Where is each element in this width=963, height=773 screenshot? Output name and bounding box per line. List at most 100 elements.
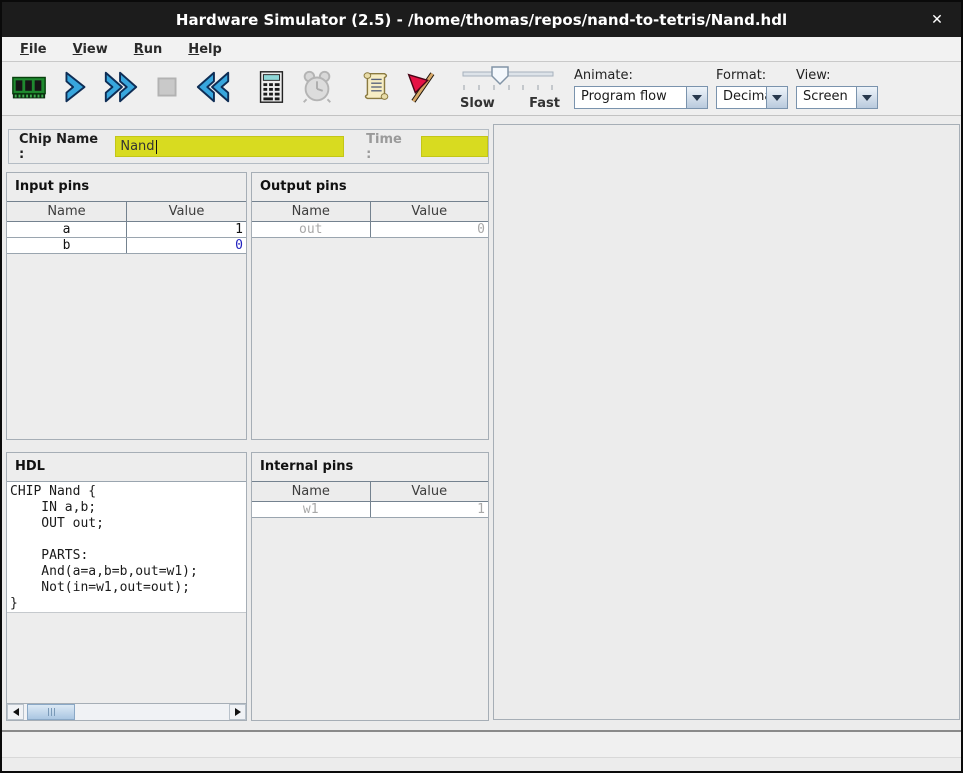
close-icon[interactable]: ✕ [927, 10, 947, 30]
column-header-value[interactable]: Value [127, 202, 247, 222]
column-header-name[interactable]: Name [7, 202, 127, 222]
column-header-name[interactable]: Name [252, 202, 370, 222]
grip-line [54, 708, 55, 716]
scroll-right-button[interactable] [229, 704, 246, 720]
internal-pins-title: Internal pins [252, 453, 488, 481]
reset-icon [194, 68, 232, 110]
script-icon [356, 68, 394, 110]
view-group: View: Screen [796, 68, 878, 109]
pin-value[interactable]: 0 [127, 238, 247, 254]
slider-fast-label: Fast [529, 96, 560, 111]
table-header-row: Name Value [252, 482, 488, 502]
status-bar [2, 730, 961, 758]
view-value: Screen [797, 87, 856, 108]
format-group: Format: Decimal [716, 68, 788, 109]
single-step-button[interactable] [52, 66, 97, 112]
grip-line [51, 708, 52, 716]
run-icon [102, 68, 140, 110]
format-value: Decimal [717, 87, 766, 108]
title-bar[interactable]: Hardware Simulator (2.5) - /home/thomas/… [2, 2, 961, 37]
table-header-row: Name Value [7, 202, 246, 222]
table-row: a 1 [7, 222, 246, 238]
table-row: out 0 [252, 222, 488, 238]
time-field [421, 136, 488, 157]
menu-view[interactable]: View [63, 39, 118, 60]
text-caret [156, 140, 157, 154]
format-dropdown-button[interactable] [766, 87, 787, 108]
view-dropdown-button[interactable] [856, 87, 877, 108]
chevron-down-icon [692, 95, 702, 101]
internal-pins-table: Name Value w1 1 [252, 481, 488, 518]
stop-icon [148, 68, 186, 110]
format-select[interactable]: Decimal [716, 86, 788, 109]
output-pins-panel: Output pins Name Value out 0 [251, 172, 489, 440]
pin-value: 0 [370, 222, 488, 238]
chip-name-label: Chip Name : [19, 132, 107, 162]
table-row: w1 1 [252, 502, 488, 518]
stop-button[interactable] [144, 66, 189, 112]
input-pins-panel: Input pins Name Value a 1 b 0 [6, 172, 247, 440]
menu-run[interactable]: Run [124, 39, 173, 60]
column-header-value[interactable]: Value [370, 482, 488, 502]
format-label: Format: [716, 68, 788, 83]
breakpoint-flag-icon [402, 68, 440, 110]
chevron-down-icon [862, 95, 872, 101]
grip-line [48, 708, 49, 716]
scroll-left-button[interactable] [7, 704, 24, 720]
scrollbar-track[interactable] [24, 704, 229, 720]
bottom-strip [2, 759, 961, 771]
hdl-title: HDL [7, 453, 246, 481]
chip-view-panel [493, 124, 960, 720]
pin-name: a [7, 222, 127, 238]
view-label: View: [796, 68, 878, 83]
table-header-row: Name Value [252, 202, 488, 222]
chevron-down-icon [772, 95, 782, 101]
speed-slider[interactable]: Slow Fast [460, 65, 560, 113]
output-pins-title: Output pins [252, 173, 488, 201]
pin-value: 1 [370, 502, 488, 518]
window-title: Hardware Simulator (2.5) - /home/thomas/… [176, 11, 787, 29]
triangle-right-icon [235, 708, 241, 716]
internal-pins-panel: Internal pins Name Value w1 1 [251, 452, 489, 721]
input-pins-table: Name Value a 1 b 0 [7, 201, 246, 254]
hdl-horizontal-scrollbar[interactable] [7, 703, 246, 720]
clock-icon [298, 68, 336, 110]
load-chip-button[interactable] [6, 66, 51, 112]
view-select[interactable]: Screen [796, 86, 878, 109]
menu-help[interactable]: Help [178, 39, 231, 60]
chip-name-bar: Chip Name : Nand Time : [8, 129, 489, 164]
toolbar: Slow Fast Animate: Program flow Format: … [2, 62, 961, 116]
script-button[interactable] [352, 66, 397, 112]
slider-slow-label: Slow [460, 96, 495, 111]
chip-name-value: Nand [120, 139, 154, 154]
scrollbar-thumb[interactable] [27, 704, 75, 720]
run-button[interactable] [98, 66, 143, 112]
animate-label: Animate: [574, 68, 708, 83]
chip-name-input[interactable]: Nand [115, 136, 344, 157]
calculator-eval-icon [252, 68, 290, 110]
triangle-left-icon [13, 708, 19, 716]
pin-name: b [7, 238, 127, 254]
pin-name: w1 [252, 502, 370, 518]
clock-button[interactable] [294, 66, 339, 112]
input-pins-title: Input pins [7, 173, 246, 201]
breakpoints-button[interactable] [398, 66, 443, 112]
hdl-panel: HDL CHIP Nand { IN a,b; OUT out; PARTS: … [6, 452, 247, 721]
pin-value[interactable]: 1 [127, 222, 247, 238]
table-row: b 0 [7, 238, 246, 254]
output-pins-table: Name Value out 0 [252, 201, 488, 238]
reset-button[interactable] [190, 66, 235, 112]
eval-button[interactable] [248, 66, 293, 112]
load-chip-icon [10, 68, 48, 110]
animate-select[interactable]: Program flow [574, 86, 708, 109]
column-header-value[interactable]: Value [370, 202, 488, 222]
menu-bar: File View Run Help [2, 37, 961, 62]
hdl-code[interactable]: CHIP Nand { IN a,b; OUT out; PARTS: And(… [7, 481, 246, 613]
column-header-name[interactable]: Name [252, 482, 370, 502]
animate-group: Animate: Program flow [574, 68, 708, 109]
single-step-icon [56, 68, 94, 110]
animate-dropdown-button[interactable] [686, 87, 707, 108]
animate-value: Program flow [575, 87, 686, 108]
menu-file[interactable]: File [10, 39, 57, 60]
pin-name: out [252, 222, 370, 238]
